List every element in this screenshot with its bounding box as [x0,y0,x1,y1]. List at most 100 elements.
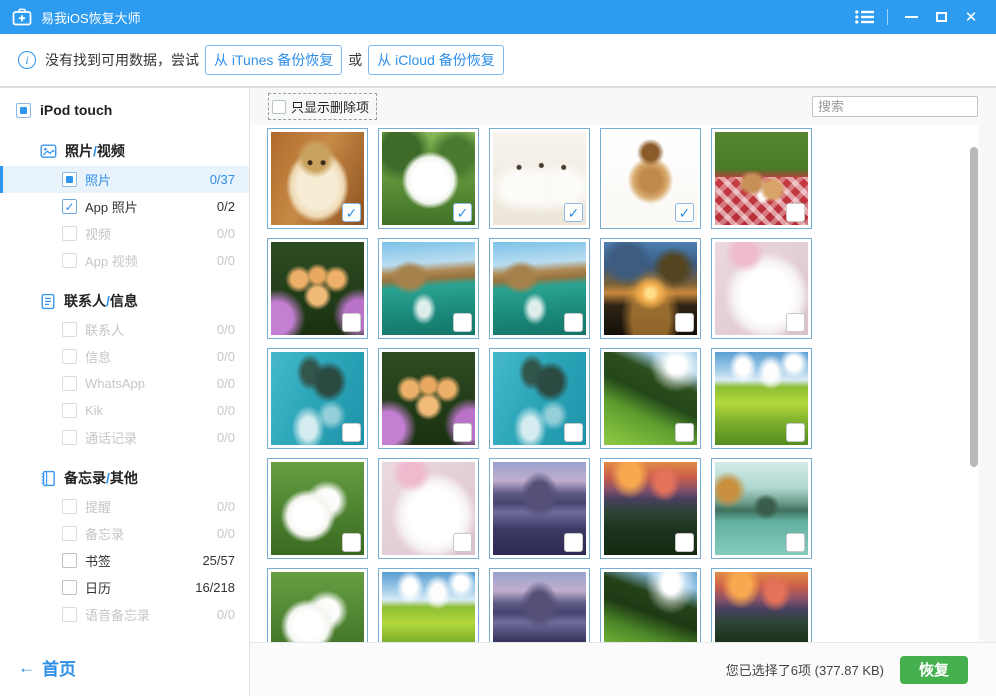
infobar: i 没有找到可用数据，尝试 从 iTunes 备份恢复 或 从 iCloud 备… [0,34,996,88]
app-window: 易我iOS恢复大师 ✕ i 没有找到可用数据，尝试 从 iTunes 备份恢复 … [0,0,996,696]
photo-thumbnail[interactable] [378,238,479,339]
sidebar-item[interactable]: App 照片0/2 [0,193,249,220]
sidebar-item[interactable]: 照片0/37 [0,166,249,193]
sidebar-item[interactable]: 提醒0/0 [0,493,249,520]
photo-thumbnail[interactable] [711,568,812,642]
item-count: 0/0 [217,526,235,541]
item-checkbox[interactable] [62,199,77,214]
thumbnail-checkbox[interactable] [675,203,694,222]
photo-thumbnail[interactable] [378,348,479,449]
sidebar-item[interactable]: Kik0/0 [0,397,249,424]
device-checkbox[interactable] [16,103,31,118]
photo-thumbnail[interactable] [489,458,590,559]
item-checkbox[interactable] [62,430,77,445]
item-label: 语音备忘录 [85,605,150,624]
item-checkbox[interactable] [62,172,77,187]
sidebar-item[interactable]: App 视频0/0 [0,247,249,274]
minimize-button[interactable] [896,0,926,34]
item-checkbox[interactable] [62,607,77,622]
thumbnail-checkbox[interactable] [675,533,694,552]
item-checkbox[interactable] [62,322,77,337]
thumbnail-checkbox[interactable] [675,313,694,332]
item-checkbox[interactable] [62,253,77,268]
item-count: 0/0 [217,322,235,337]
item-label: 通话记录 [85,428,137,447]
photo-thumbnail[interactable] [600,348,701,449]
photo-thumbnail[interactable] [267,568,368,642]
photo-thumbnail[interactable] [378,568,479,642]
thumbnail-checkbox[interactable] [786,313,805,332]
photo-thumbnail[interactable] [489,568,590,642]
filter-checkbox-box[interactable] [272,100,286,114]
show-deleted-only-checkbox[interactable]: 只显示删除项 [268,93,377,120]
photo-thumbnail[interactable] [378,458,479,559]
sidebar-item[interactable]: 视频0/0 [0,220,249,247]
thumbnail-checkbox[interactable] [564,533,583,552]
home-link[interactable]: ← 首页 [18,655,76,680]
thumbnail-checkbox[interactable] [786,423,805,442]
restore-from-itunes-button[interactable]: 从 iTunes 备份恢复 [205,45,342,75]
photo-thumbnail[interactable] [489,238,590,339]
thumbnail-checkbox[interactable] [342,533,361,552]
search-input[interactable] [812,96,978,117]
restore-from-icloud-button[interactable]: 从 iCloud 备份恢复 [368,45,503,75]
thumbnail-checkbox[interactable] [342,423,361,442]
sidebar-item[interactable]: 备忘录 0/0 [0,520,249,547]
photo-thumbnail[interactable] [600,128,701,229]
photo-thumbnail[interactable] [267,128,368,229]
thumbnail-checkbox[interactable] [564,423,583,442]
thumbnail-checkbox[interactable] [786,533,805,552]
thumbnail-checkbox[interactable] [342,313,361,332]
list-menu-icon[interactable] [849,0,879,34]
sidebar-item[interactable]: 信息0/0 [0,343,249,370]
photo-thumbnail[interactable] [711,238,812,339]
photo-thumbnail[interactable] [600,568,701,642]
thumbnail-checkbox[interactable] [453,203,472,222]
sidebar-item[interactable]: 语音备忘录0/0 [0,601,249,628]
home-link-label: 首页 [42,655,76,680]
thumbnail-checkbox[interactable] [342,203,361,222]
sidebar-item[interactable]: 书签25/57 [0,547,249,574]
photo-thumbnail[interactable] [600,238,701,339]
photo-thumbnail[interactable] [711,458,812,559]
recover-button[interactable]: 恢复 [900,656,968,684]
item-checkbox[interactable] [62,526,77,541]
item-checkbox[interactable] [62,349,77,364]
photo-thumbnail[interactable] [600,458,701,559]
photo-thumbnail[interactable] [711,348,812,449]
device-label: iPod touch [40,102,112,118]
titlebar-separator [887,9,888,25]
item-checkbox[interactable] [62,376,77,391]
sidebar-item[interactable]: 联系人0/0 [0,316,249,343]
sidebar-item[interactable]: WhatsApp0/0 [0,370,249,397]
item-checkbox[interactable] [62,580,77,595]
photo-thumbnail[interactable] [489,348,590,449]
photo-thumbnail[interactable] [489,128,590,229]
scrollbar-thumb[interactable] [970,147,978,467]
photo-thumbnail[interactable] [711,128,812,229]
thumbnail-checkbox[interactable] [675,423,694,442]
photo-thumbnail[interactable] [267,458,368,559]
maximize-button[interactable] [926,0,956,34]
item-checkbox[interactable] [62,553,77,568]
device-row[interactable]: iPod touch [0,96,249,124]
back-arrow-icon: ← [18,658,35,678]
close-button[interactable]: ✕ [956,0,986,34]
item-label: 备忘录 [85,524,124,543]
sidebar-item[interactable]: 日历16/218 [0,574,249,601]
thumbnail-checkbox[interactable] [564,313,583,332]
titlebar: 易我iOS恢复大师 ✕ [0,0,996,34]
thumbnail-checkbox[interactable] [786,203,805,222]
thumbnail-checkbox[interactable] [453,533,472,552]
thumbnail-checkbox[interactable] [453,313,472,332]
item-checkbox[interactable] [62,226,77,241]
item-checkbox[interactable] [62,499,77,514]
thumbnail-checkbox[interactable] [453,423,472,442]
item-checkbox[interactable] [62,403,77,418]
photo-thumbnail[interactable] [378,128,479,229]
sidebar-item[interactable]: 通话记录0/0 [0,424,249,451]
photo-thumbnail[interactable] [267,348,368,449]
thumbnail-checkbox[interactable] [564,203,583,222]
item-label: 提醒 [85,497,111,516]
photo-thumbnail[interactable] [267,238,368,339]
